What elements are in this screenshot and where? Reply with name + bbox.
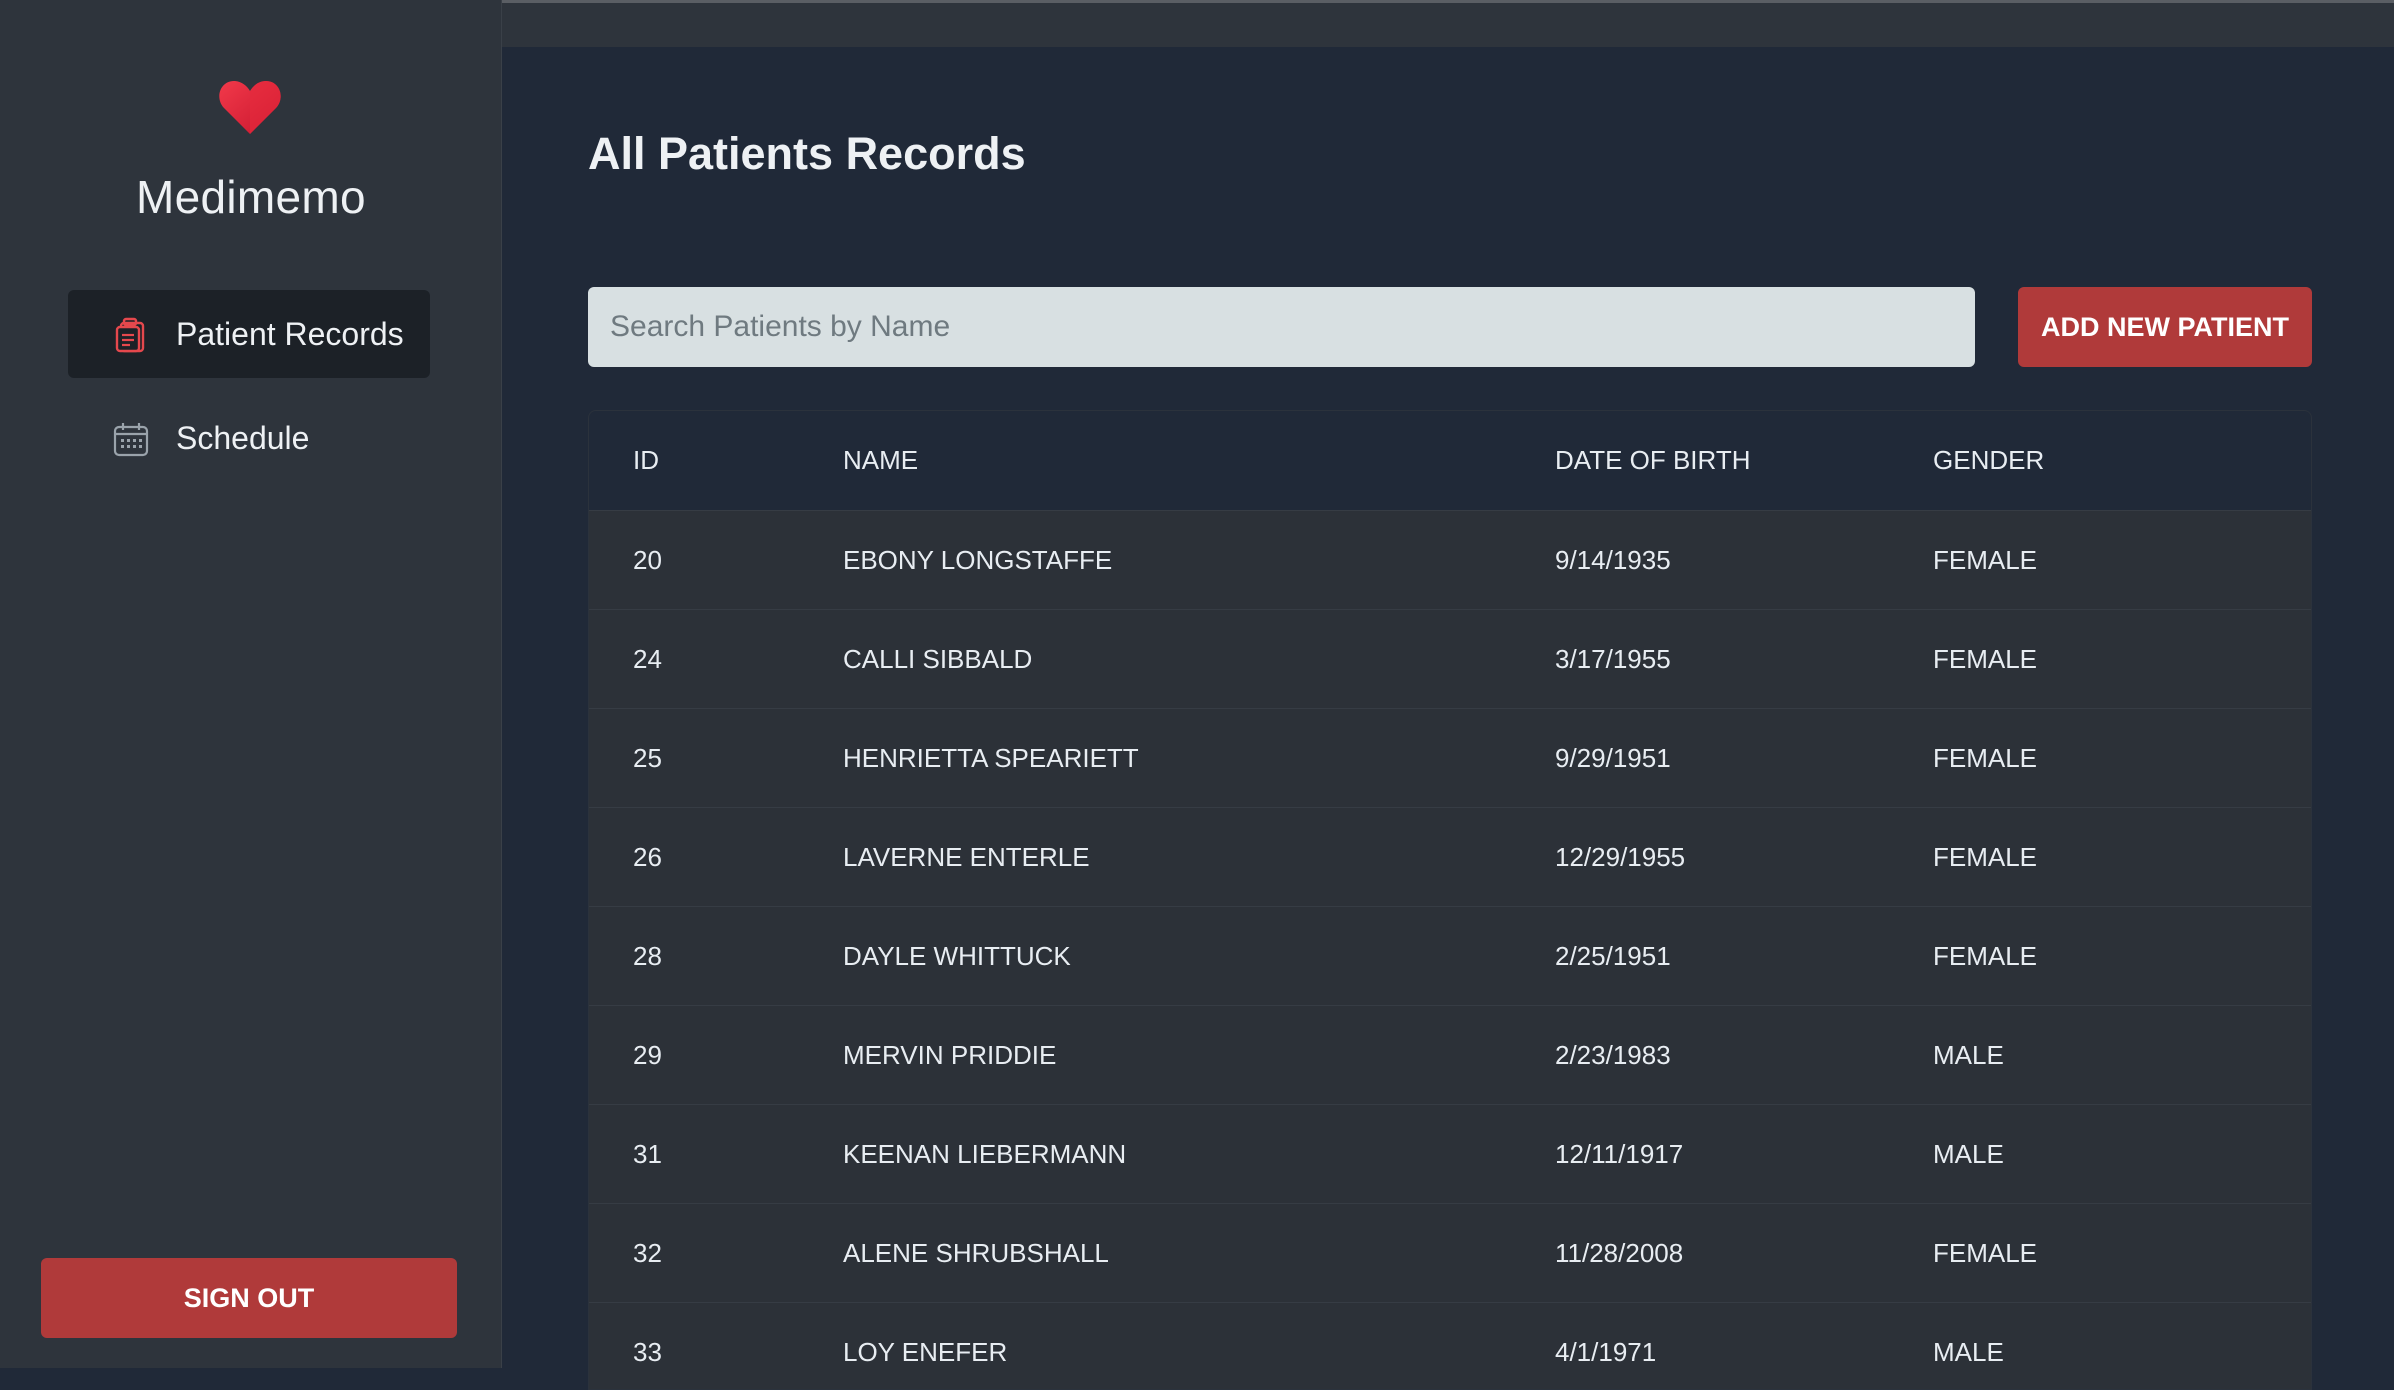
column-header-name[interactable]: NAME bbox=[843, 411, 918, 510]
cell-id: 29 bbox=[633, 1039, 662, 1070]
table-row[interactable]: 28 DAYLE WHITTUCK 2/25/1951 FEMALE bbox=[589, 907, 2311, 1006]
cell-id: 24 bbox=[633, 643, 662, 674]
add-new-patient-button[interactable]: ADD NEW PATIENT bbox=[2018, 287, 2312, 367]
column-header-dob[interactable]: DATE OF BIRTH bbox=[1555, 411, 1751, 510]
cell-name: KEENAN LIEBERMANN bbox=[843, 1138, 1127, 1169]
calendar-icon bbox=[113, 423, 149, 457]
cell-id: 33 bbox=[633, 1336, 662, 1367]
brand-name: Medimemo bbox=[136, 171, 366, 223]
table-row[interactable]: 33 LOY ENEFER 4/1/1971 MALE bbox=[589, 1303, 2311, 1389]
cell-gender: FEMALE bbox=[1933, 1237, 2038, 1268]
cell-gender: MALE bbox=[1933, 1039, 2004, 1070]
cell-name: EBONY LONGSTAFFE bbox=[843, 544, 1113, 575]
cell-dob: 12/11/1917 bbox=[1555, 1138, 1684, 1169]
cell-gender: FEMALE bbox=[1933, 940, 2038, 971]
column-header-gender[interactable]: GENDER bbox=[1933, 411, 2044, 510]
cell-name: CALLI SIBBALD bbox=[843, 643, 1033, 674]
cell-dob: 9/29/1951 bbox=[1555, 742, 1671, 773]
cell-gender: MALE bbox=[1933, 1336, 2004, 1367]
sidebar-item-label: Schedule bbox=[176, 419, 310, 456]
page-title: All Patients Records bbox=[588, 128, 1026, 179]
cell-name: LAVERNE ENTERLE bbox=[843, 841, 1090, 872]
cell-name: HENRIETTA SPEARIETT bbox=[843, 742, 1139, 773]
table-row[interactable]: 20 EBONY LONGSTAFFE 9/14/1935 FEMALE bbox=[589, 511, 2311, 610]
cell-gender: FEMALE bbox=[1933, 544, 2038, 575]
top-bar bbox=[502, 3, 2394, 47]
table-header: ID NAME DATE OF BIRTH GENDER bbox=[589, 411, 2311, 511]
sidebar: Medimemo Patient Records Schedule SIGN O… bbox=[0, 0, 502, 1368]
cell-name: MERVIN PRIDDIE bbox=[843, 1039, 1057, 1070]
patients-table: ID NAME DATE OF BIRTH GENDER 20 EBONY LO… bbox=[588, 410, 2312, 1390]
cell-gender: FEMALE bbox=[1933, 742, 2038, 773]
cell-dob: 2/23/1983 bbox=[1555, 1039, 1671, 1070]
cell-name: ALENE SHRUBSHALL bbox=[843, 1237, 1109, 1268]
cell-id: 26 bbox=[633, 841, 662, 872]
cell-id: 28 bbox=[633, 940, 662, 971]
cell-id: 32 bbox=[633, 1237, 662, 1268]
sidebar-item-patient-records[interactable]: Patient Records bbox=[68, 290, 430, 378]
sign-out-button[interactable]: SIGN OUT bbox=[41, 1258, 457, 1338]
cell-gender: FEMALE bbox=[1933, 643, 2038, 674]
column-header-id[interactable]: ID bbox=[633, 411, 659, 510]
sidebar-item-schedule[interactable]: Schedule bbox=[68, 394, 430, 482]
cell-id: 25 bbox=[633, 742, 662, 773]
cell-dob: 3/17/1955 bbox=[1555, 643, 1671, 674]
cell-dob: 9/14/1935 bbox=[1555, 544, 1671, 575]
clipboard-icon bbox=[115, 317, 145, 353]
cell-name: DAYLE WHITTUCK bbox=[843, 940, 1071, 971]
cell-gender: MALE bbox=[1933, 1138, 2004, 1169]
cell-dob: 11/28/2008 bbox=[1555, 1237, 1684, 1268]
table-row[interactable]: 26 LAVERNE ENTERLE 12/29/1955 FEMALE bbox=[589, 808, 2311, 907]
cell-dob: 4/1/1971 bbox=[1555, 1336, 1657, 1367]
heart-icon bbox=[219, 80, 281, 134]
table-row[interactable]: 31 KEENAN LIEBERMANN 12/11/1917 MALE bbox=[589, 1105, 2311, 1204]
cell-id: 20 bbox=[633, 544, 662, 575]
table-row[interactable]: 32 ALENE SHRUBSHALL 11/28/2008 FEMALE bbox=[589, 1204, 2311, 1303]
cell-name: LOY ENEFER bbox=[843, 1336, 1008, 1367]
cell-id: 31 bbox=[633, 1138, 662, 1169]
cell-dob: 12/29/1955 bbox=[1555, 841, 1686, 872]
cell-dob: 2/25/1951 bbox=[1555, 940, 1671, 971]
search-input[interactable] bbox=[588, 287, 1975, 367]
table-row[interactable]: 24 CALLI SIBBALD 3/17/1955 FEMALE bbox=[589, 610, 2311, 709]
cell-gender: FEMALE bbox=[1933, 841, 2038, 872]
table-row[interactable]: 29 MERVIN PRIDDIE 2/23/1983 MALE bbox=[589, 1006, 2311, 1105]
sidebar-item-label: Patient Records bbox=[176, 315, 404, 352]
table-row[interactable]: 25 HENRIETTA SPEARIETT 9/29/1951 FEMALE bbox=[589, 709, 2311, 808]
